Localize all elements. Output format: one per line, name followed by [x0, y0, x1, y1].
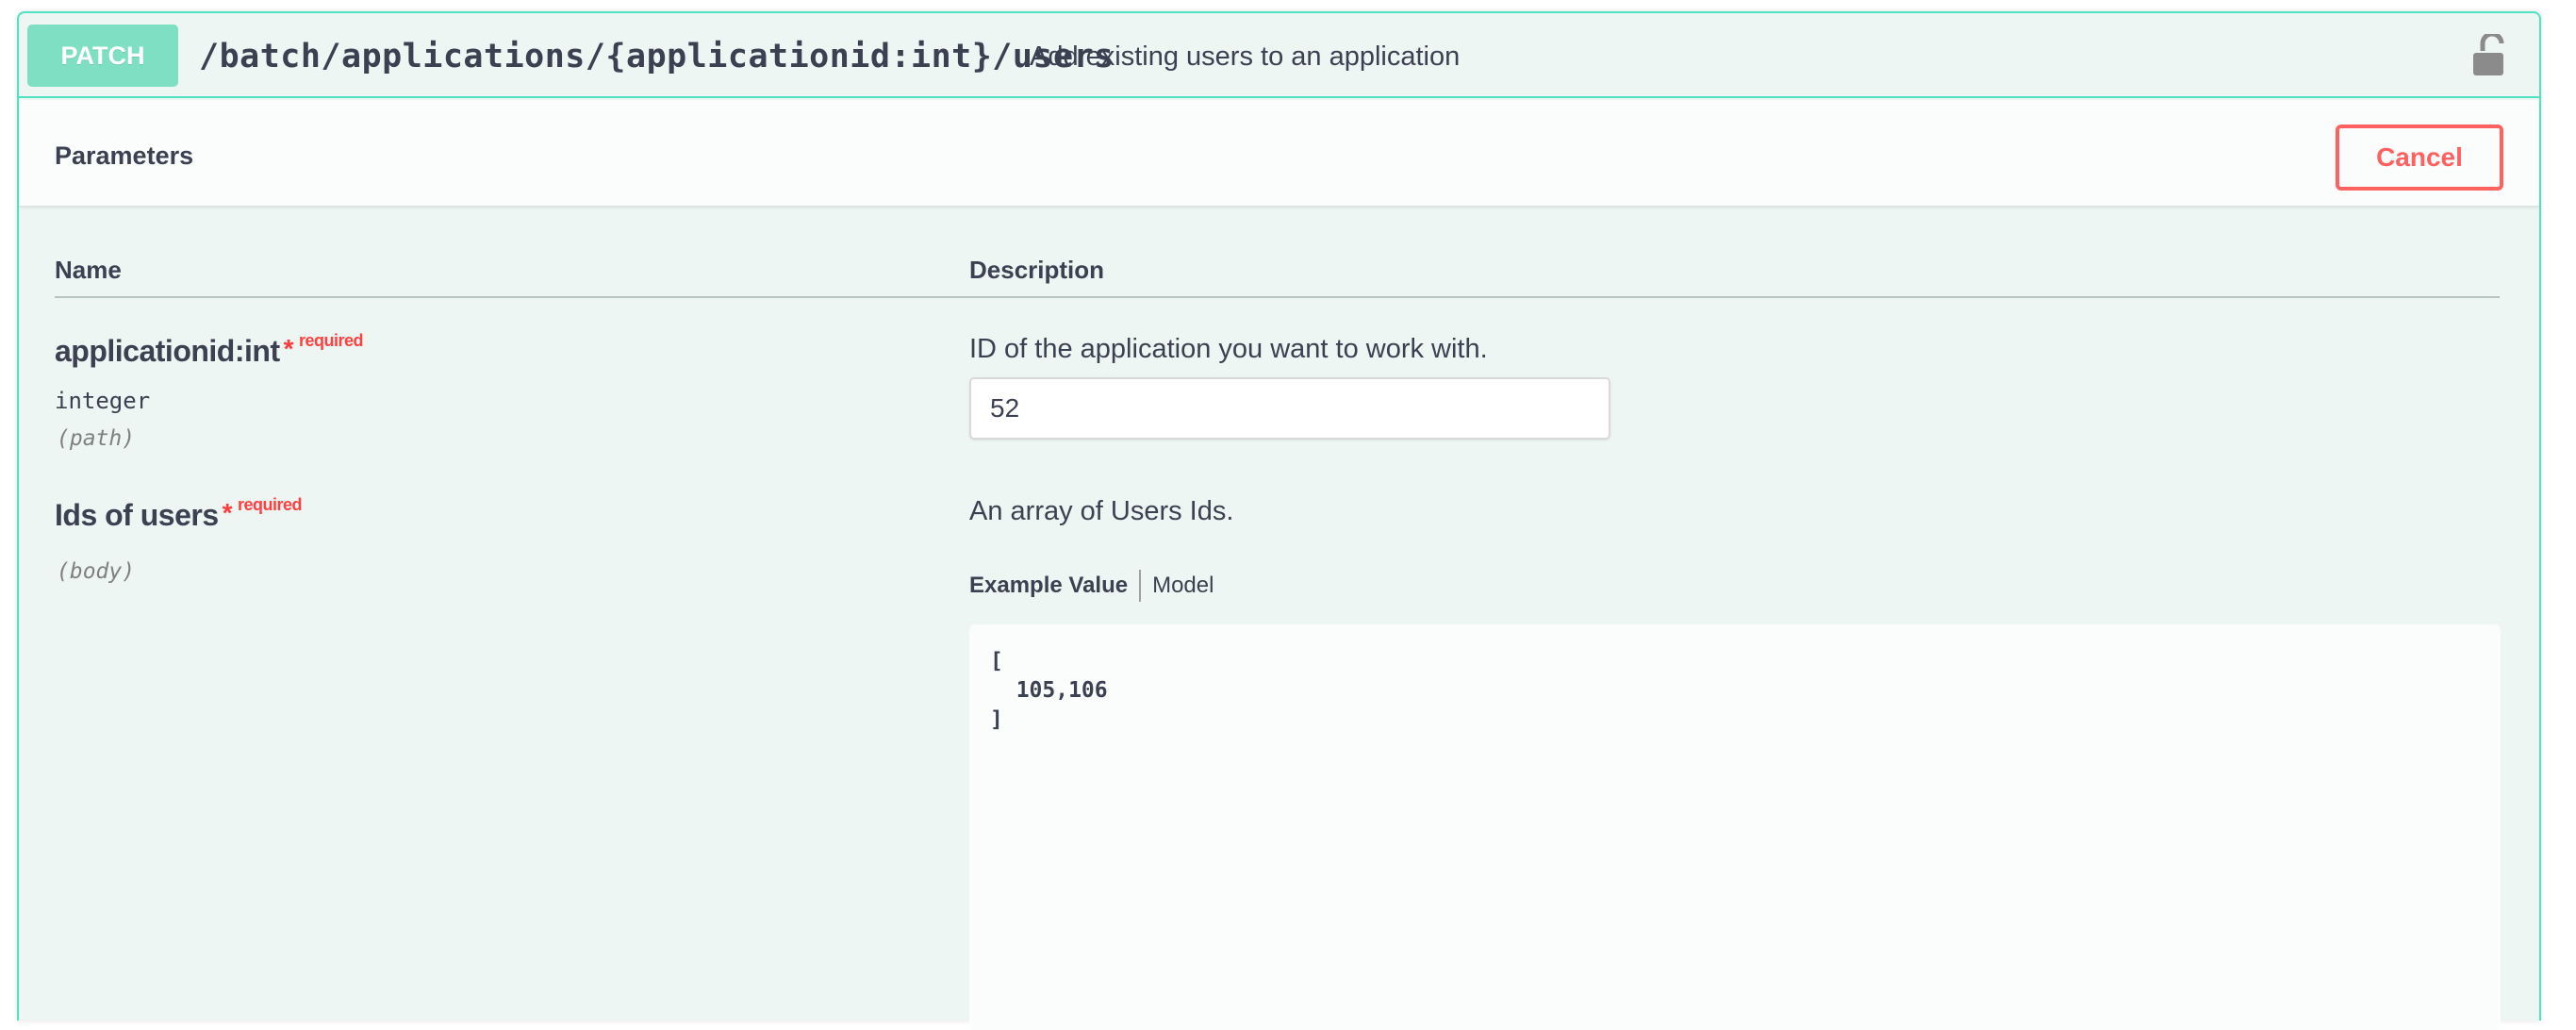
- applicationid-input[interactable]: [969, 377, 1610, 440]
- param-description: An array of Users Ids.: [969, 496, 1234, 526]
- example-body-editor[interactable]: [ 105,106 ]: [969, 624, 2501, 1030]
- endpoint-path: /batch/applications/{applicationid:int}/…: [199, 38, 1115, 75]
- param-name-applicationid: applicationid:int * required: [55, 331, 364, 369]
- required-star: *: [222, 498, 233, 527]
- operation-summary[interactable]: PATCH /batch/applications/{applicationid…: [19, 13, 2539, 98]
- param-location: (body): [57, 559, 136, 584]
- tab-example-value[interactable]: Example Value: [969, 573, 1139, 599]
- param-location: (path): [57, 426, 136, 451]
- param-type: integer: [55, 388, 151, 414]
- param-name-text: Ids of users: [55, 498, 219, 532]
- tab-model[interactable]: Model: [1141, 573, 1214, 599]
- param-name-text: applicationid:int: [55, 334, 280, 368]
- header-divider: [55, 296, 2500, 298]
- required-label: required: [299, 331, 364, 350]
- param-description: ID of the application you want to work w…: [969, 334, 1488, 364]
- parameters-header: Parameters Cancel: [19, 100, 2539, 208]
- required-label: required: [238, 495, 303, 514]
- unlocked-lock-icon[interactable]: [2469, 34, 2507, 77]
- cancel-button[interactable]: Cancel: [2336, 125, 2503, 191]
- column-header-description: Description: [969, 256, 1105, 284]
- operation-summary-text: Add existing users to an application: [1030, 42, 1461, 72]
- http-method-badge: PATCH: [27, 25, 178, 87]
- param-name-user-ids: Ids of users * required: [55, 495, 303, 533]
- body-tabs: Example Value Model: [969, 567, 1214, 605]
- column-header-name: Name: [55, 256, 122, 284]
- parameters-title: Parameters: [55, 141, 194, 170]
- required-star: *: [283, 334, 294, 363]
